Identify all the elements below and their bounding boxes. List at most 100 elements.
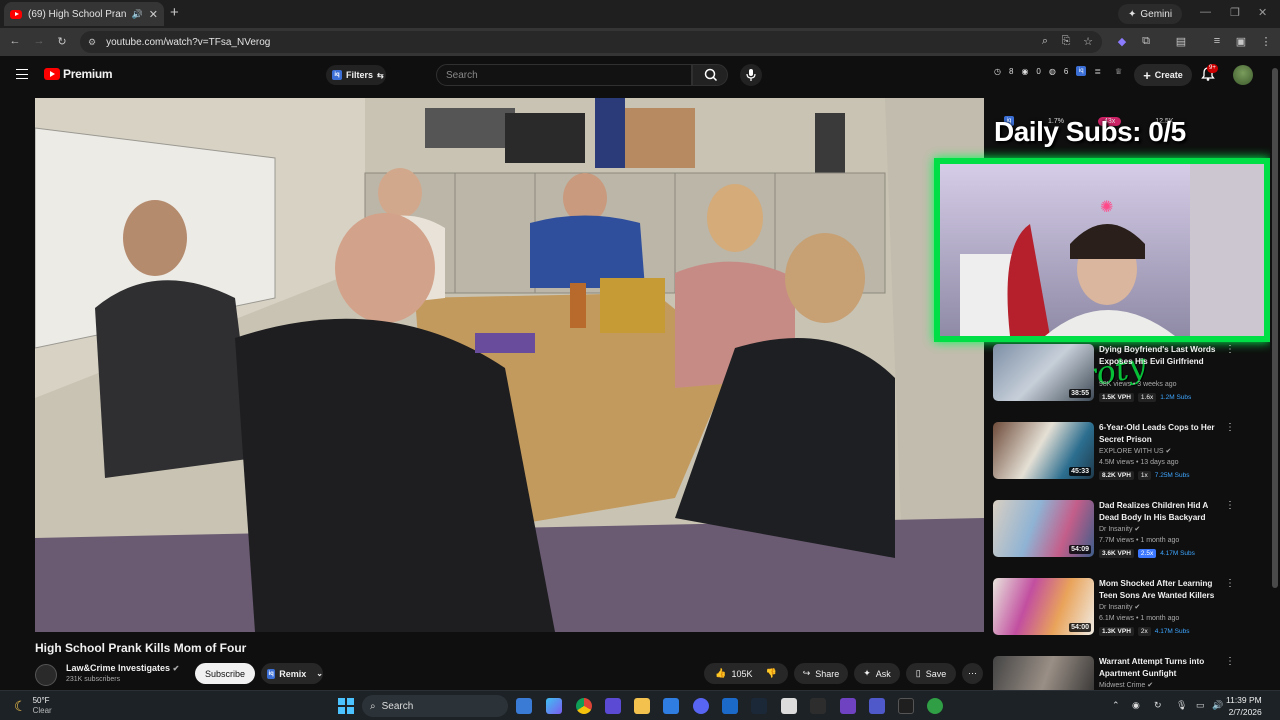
recommendation-title[interactable]: Mom Shocked After Learning Teen Sons Are…	[1099, 578, 1219, 602]
app-icon[interactable]	[840, 698, 856, 714]
save-button[interactable]: ▯ Save	[906, 663, 956, 684]
channel-avatar[interactable]	[35, 664, 57, 686]
taskbar-search[interactable]: ⌕ Search	[362, 695, 508, 717]
weather-widget[interactable]: ☾ 50°F Clear	[14, 696, 52, 716]
tray-app-icon[interactable]: ◉	[1132, 700, 1140, 711]
recommendation-thumbnail[interactable]: 54:00	[993, 578, 1094, 635]
recommendation-thumbnail[interactable]: 54:09	[993, 500, 1094, 557]
back-icon[interactable]: ←	[7, 35, 23, 47]
app-icon[interactable]	[781, 698, 797, 714]
app-icon[interactable]	[927, 698, 943, 714]
forward-icon[interactable]: →	[31, 35, 47, 47]
recommendation-title[interactable]: Warrant Attempt Turns into Apartment Gun…	[1099, 656, 1219, 680]
maximize-icon[interactable]: ❐	[1230, 6, 1240, 19]
tab-search-icon[interactable]: ≡	[1209, 35, 1225, 47]
app-icon[interactable]	[810, 698, 826, 714]
channel-name[interactable]: Law&Crime Investigates ✔	[66, 663, 179, 673]
more-vertical-icon[interactable]: ⋮	[1225, 500, 1235, 511]
create-button[interactable]: + Create	[1134, 64, 1192, 86]
like-dislike-button[interactable]: 👍 105K 👎	[704, 663, 788, 684]
recommendation-channel[interactable]: Midwest Crime ✔	[1099, 681, 1153, 689]
app-icon[interactable]	[898, 698, 914, 714]
browser-tab[interactable]: (69) High School Prank Kills 🔊 ✕	[4, 2, 164, 26]
profile-icon[interactable]: ▣	[1233, 35, 1249, 48]
vidiq-icon[interactable]: iq	[1076, 66, 1087, 76]
recommendation-channel[interactable]: Dr Insanity ✔	[1099, 525, 1140, 533]
start-button[interactable]	[338, 698, 354, 714]
more-actions-button[interactable]: ⋯	[962, 663, 983, 684]
more-vertical-icon[interactable]: ⋮	[1225, 422, 1235, 433]
voice-search-button[interactable]	[740, 64, 762, 86]
tab-audio-icon[interactable]: 🔊	[132, 9, 143, 20]
youtube-premium-logo[interactable]: Premium	[44, 67, 113, 81]
display-icon[interactable]: ▭	[1196, 700, 1205, 711]
recommendation-thumbnail[interactable]: 38:55	[993, 344, 1094, 401]
sidepanel-icon[interactable]: ▤	[1173, 35, 1189, 48]
recommendation-item[interactable]: 38:55 Dying Boyfriend's Last Words Expos…	[993, 344, 1273, 406]
volume-icon[interactable]: 🔊	[1212, 700, 1223, 711]
task-view-icon[interactable]	[516, 698, 532, 714]
steam-icon[interactable]	[751, 698, 767, 714]
comment-stat-icon: ◍	[1048, 66, 1056, 76]
bookmark-star-icon[interactable]: ☆	[1080, 35, 1096, 48]
search-button[interactable]	[692, 64, 728, 86]
channel-subs: 4.17M Subs	[1160, 550, 1195, 557]
app-icon[interactable]	[605, 698, 621, 714]
photos-icon[interactable]	[722, 698, 738, 714]
reload-icon[interactable]: ↻	[54, 35, 70, 48]
more-vertical-icon[interactable]: ⋮	[1225, 656, 1235, 667]
extensions-puzzle-icon[interactable]: ⧉	[1138, 35, 1154, 48]
address-bar[interactable]: ⚙ youtube.com/watch?v=TFsa_NVerog	[80, 31, 1102, 53]
file-explorer-icon[interactable]	[634, 698, 650, 714]
minimize-icon[interactable]: —	[1200, 6, 1211, 18]
thumbs-up-icon[interactable]: 👍	[715, 668, 726, 679]
tray-mic-icon[interactable]: 🎙	[1176, 700, 1187, 711]
site-info-icon[interactable]: ⚙	[88, 37, 96, 48]
recommendation-item[interactable]: 54:09 Dad Realizes Children Hid A Dead B…	[993, 500, 1273, 562]
more-vertical-icon[interactable]: ⋮	[1225, 578, 1235, 589]
notepad-icon[interactable]	[663, 698, 679, 714]
video-player[interactable]	[35, 98, 984, 632]
tray-chevron-icon[interactable]: ⌃	[1112, 700, 1120, 711]
gemini-button[interactable]: ✦ Gemini	[1118, 4, 1183, 24]
browser-menu-icon[interactable]: ⋮	[1258, 35, 1274, 48]
ask-button[interactable]: ✦ Ask	[854, 663, 900, 684]
chrome-icon[interactable]	[576, 698, 592, 714]
trophy-icon[interactable]: ♕	[1115, 67, 1122, 76]
remix-button[interactable]: iq Remix ⌄	[261, 663, 323, 684]
recommendation-thumbnail[interactable]	[993, 656, 1094, 690]
extension-stats[interactable]: ◷ 8 ◉ 0 ◍ 6 iq ≣ ♕	[994, 66, 1122, 76]
thumbs-down-icon[interactable]: 👎	[766, 668, 777, 679]
list-icon[interactable]: ≣	[1094, 67, 1101, 76]
recommendation-item[interactable]: 45:33 6-Year-Old Leads Cops to Her Secre…	[993, 422, 1273, 484]
more-vertical-icon[interactable]: ⋮	[1225, 344, 1235, 355]
cast-icon[interactable]: ⎘	[1058, 35, 1074, 48]
recommendation-thumbnail[interactable]: 45:33	[993, 422, 1094, 479]
sparkle-icon: ✦	[863, 668, 871, 678]
tab-close-icon[interactable]: ✕	[149, 8, 158, 21]
zoom-icon[interactable]: ⌕	[1037, 35, 1053, 48]
filters-button[interactable]: iq Filters ⇆	[326, 65, 386, 85]
recommendation-item[interactable]: Warrant Attempt Turns into Apartment Gun…	[993, 656, 1273, 690]
page-scrollbar[interactable]	[1270, 56, 1280, 690]
discord-icon[interactable]	[693, 698, 709, 714]
tray-sync-icon[interactable]: ↻	[1154, 700, 1162, 711]
copilot-icon[interactable]	[546, 698, 562, 714]
taskbar-clock[interactable]: 11:39 PM 2/7/2026	[1226, 694, 1262, 718]
recommendation-title[interactable]: Dad Realizes Children Hid A Dead Body In…	[1099, 500, 1219, 524]
new-tab-button[interactable]: +	[170, 4, 179, 21]
recommendation-title[interactable]: Dying Boyfriend's Last Words Exposes His…	[1099, 344, 1219, 368]
subscribe-button[interactable]: Subscribe	[195, 663, 255, 684]
window-close-icon[interactable]: ✕	[1258, 6, 1267, 19]
hamburger-menu-icon[interactable]	[16, 69, 28, 79]
recommendation-item[interactable]: 54:00 Mom Shocked After Learning Teen So…	[993, 578, 1273, 640]
recommendation-channel[interactable]: Dr Insanity ✔	[1099, 603, 1140, 611]
share-button[interactable]: ↪ Share	[794, 663, 848, 684]
teams-icon[interactable]	[869, 698, 885, 714]
recommendation-title[interactable]: 6-Year-Old Leads Cops to Her Secret Pris…	[1099, 422, 1219, 446]
account-avatar[interactable]	[1233, 65, 1253, 85]
extension-icon[interactable]: ◆	[1114, 35, 1130, 48]
scrollbar-thumb[interactable]	[1272, 68, 1278, 588]
search-input[interactable]	[436, 64, 692, 86]
recommendation-channel[interactable]: EXPLORE WITH US ✔	[1099, 447, 1171, 455]
